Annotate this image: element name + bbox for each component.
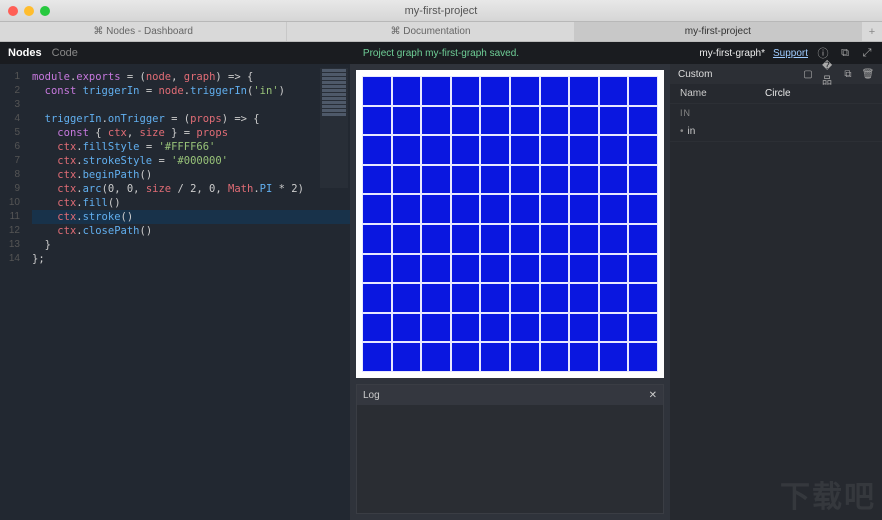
share-icon[interactable]: ⧉ bbox=[838, 46, 852, 60]
line-gutter: 1234567891011121314 bbox=[0, 70, 26, 266]
preview-canvas[interactable] bbox=[362, 76, 658, 372]
in-section: IN bbox=[670, 104, 882, 122]
name-value: Circle bbox=[765, 88, 872, 99]
window-title: my-first-project bbox=[0, 5, 882, 17]
name-label: Name bbox=[680, 88, 765, 99]
log-panel: Log ✕ bbox=[356, 384, 664, 514]
top-toolbar: Nodes Code Project graph my-first-graph … bbox=[0, 42, 882, 64]
inspector-panel: Custom ▢ �品 ⧉ 🗑 Name Circle IN • in bbox=[670, 64, 882, 520]
name-row[interactable]: Name Circle bbox=[670, 84, 882, 104]
fullscreen-icon[interactable]: ⤢ bbox=[860, 46, 874, 60]
inspector-title: Custom bbox=[678, 69, 712, 80]
nodes-icon[interactable]: �品 bbox=[822, 68, 834, 80]
log-title: Log bbox=[363, 390, 380, 401]
new-tab-button[interactable]: + bbox=[862, 22, 882, 41]
project-tab-bar: ⌘ Nodes - Dashboard ⌘ Documentation my-f… bbox=[0, 22, 882, 42]
canvas-wrap bbox=[356, 70, 664, 378]
close-icon[interactable]: ✕ bbox=[649, 390, 657, 401]
graph-name[interactable]: my-first-graph* bbox=[699, 48, 765, 59]
support-link[interactable]: Support bbox=[773, 48, 808, 59]
tab-documentation[interactable]: ⌘ Documentation bbox=[287, 22, 574, 41]
copy-icon[interactable]: ⧉ bbox=[842, 68, 854, 80]
tab-project[interactable]: my-first-project bbox=[575, 22, 862, 41]
bullet-icon: • bbox=[680, 126, 684, 137]
code-editor[interactable]: 1234567891011121314 module.exports = (no… bbox=[0, 64, 350, 520]
in-item: in bbox=[688, 126, 696, 137]
info-icon[interactable]: ⓘ bbox=[816, 46, 830, 60]
in-row[interactable]: • in bbox=[670, 122, 882, 142]
code-content[interactable]: module.exports = (node, graph) => { cons… bbox=[32, 64, 350, 266]
minimap[interactable] bbox=[320, 68, 348, 188]
tab-dashboard[interactable]: ⌘ Nodes - Dashboard bbox=[0, 22, 287, 41]
square-icon[interactable]: ▢ bbox=[802, 68, 814, 80]
trash-icon[interactable]: 🗑 bbox=[862, 68, 874, 80]
preview-panel: Log ✕ bbox=[350, 64, 670, 520]
window-titlebar: my-first-project bbox=[0, 0, 882, 22]
